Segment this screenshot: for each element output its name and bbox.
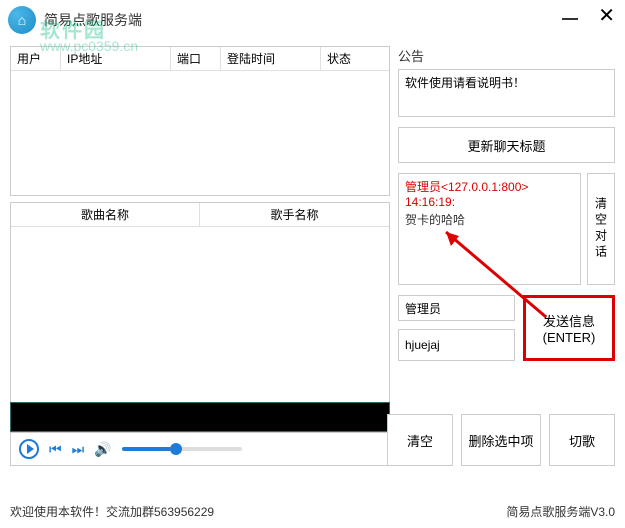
- chat-log[interactable]: 管理员<127.0.0.1:800> 14:16:19: 贺卡的哈哈: [398, 173, 581, 285]
- col-status[interactable]: 状态: [321, 47, 389, 70]
- col-port[interactable]: 端口: [171, 47, 221, 70]
- volume-thumb[interactable]: [170, 443, 182, 455]
- col-song-name[interactable]: 歌曲名称: [11, 203, 200, 226]
- chat-time: 14:16:19:: [405, 195, 574, 209]
- cut-song-button[interactable]: 切歌: [549, 414, 615, 466]
- volume-icon[interactable]: 🔊: [94, 441, 111, 458]
- connection-table[interactable]: 用户 IP地址 端口 登陆时间 状态: [10, 46, 390, 196]
- song-table[interactable]: 歌曲名称 歌手名称 ◄ ►: [10, 202, 390, 430]
- player-controls: ⏮ ⏭ 🔊: [10, 432, 390, 466]
- col-user[interactable]: 用户: [11, 47, 61, 70]
- close-button[interactable]: ✕: [598, 8, 615, 24]
- col-ip[interactable]: IP地址: [61, 47, 171, 70]
- prev-button[interactable]: ⏮: [49, 441, 62, 458]
- announce-text: 软件使用请看说明书！: [405, 76, 525, 90]
- send-button[interactable]: 发送信息 (ENTER): [523, 295, 615, 361]
- sender-name-input[interactable]: [398, 295, 515, 321]
- send-btn-line1: 发送信息: [543, 311, 595, 330]
- chat-message: 贺卡的哈哈: [405, 211, 574, 228]
- video-player[interactable]: [10, 402, 390, 432]
- window-title: 简易点歌服务端: [44, 10, 142, 30]
- clear-chat-button[interactable]: 清空对话: [587, 173, 615, 285]
- status-right: 简易点歌服务端V3.0: [506, 503, 615, 520]
- clear-button[interactable]: 清空: [387, 414, 453, 466]
- col-login-time[interactable]: 登陆时间: [221, 47, 321, 70]
- volume-slider[interactable]: [122, 447, 242, 451]
- update-chat-title-button[interactable]: 更新聊天标题: [398, 127, 615, 163]
- play-button[interactable]: [19, 439, 39, 459]
- status-left: 欢迎使用本软件！交流加群563956229: [10, 503, 214, 520]
- message-input[interactable]: [398, 329, 515, 361]
- col-singer-name[interactable]: 歌手名称: [200, 203, 389, 226]
- app-logo: ⌂: [8, 6, 36, 34]
- minimize-button[interactable]: [562, 18, 578, 20]
- next-button[interactable]: ⏭: [72, 441, 85, 458]
- delete-selected-button[interactable]: 删除选中项: [461, 414, 541, 466]
- announce-box[interactable]: 软件使用请看说明书！: [398, 69, 615, 117]
- chat-admin-line: 管理员<127.0.0.1:800>: [405, 178, 574, 195]
- announce-label: 公告: [398, 46, 615, 65]
- send-btn-line2: (ENTER): [543, 330, 596, 345]
